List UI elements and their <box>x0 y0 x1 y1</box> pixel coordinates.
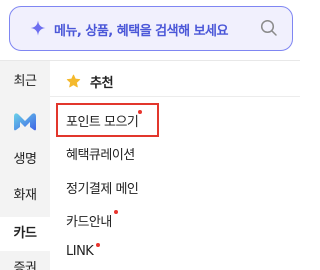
app-logo-icon[interactable] <box>12 111 38 131</box>
rail-item-life[interactable]: 생명 <box>0 149 50 171</box>
search-bar[interactable]: 메뉴, 상품, 혜택을 검색해 보세요 <box>9 6 293 51</box>
menu-item-card-guide[interactable]: 카드안내 <box>66 211 112 230</box>
rail-item-securities[interactable]: 증권 <box>0 258 50 270</box>
rail-item-recent[interactable]: 최근 <box>0 71 50 93</box>
section-title: 추천 <box>90 76 114 91</box>
menu-item-link[interactable]: LINK <box>66 244 94 259</box>
divider <box>50 96 300 97</box>
search-input[interactable]: 메뉴, 상품, 혜택을 검색해 보세요 <box>54 20 228 39</box>
app-screen: 메뉴, 상품, 혜택을 검색해 보세요 최근 생명 화재 카드 증권 추천 포인… <box>0 0 300 270</box>
sparkle-icon <box>30 20 46 36</box>
new-badge <box>114 210 118 214</box>
new-badge <box>96 243 100 247</box>
star-icon <box>66 74 81 88</box>
search-icon[interactable] <box>260 19 278 37</box>
menu-item-subscription-main[interactable]: 정기결제 메인 <box>66 178 139 197</box>
category-rail: 최근 생명 화재 카드 증권 <box>0 61 50 270</box>
rail-item-card[interactable]: 카드 <box>0 217 50 251</box>
highlight-box <box>56 103 159 137</box>
menu-item-benefit-curation[interactable]: 혜택큐레이션 <box>66 144 135 163</box>
section-header: 추천 <box>66 72 114 91</box>
rail-item-fire[interactable]: 화재 <box>0 185 50 207</box>
